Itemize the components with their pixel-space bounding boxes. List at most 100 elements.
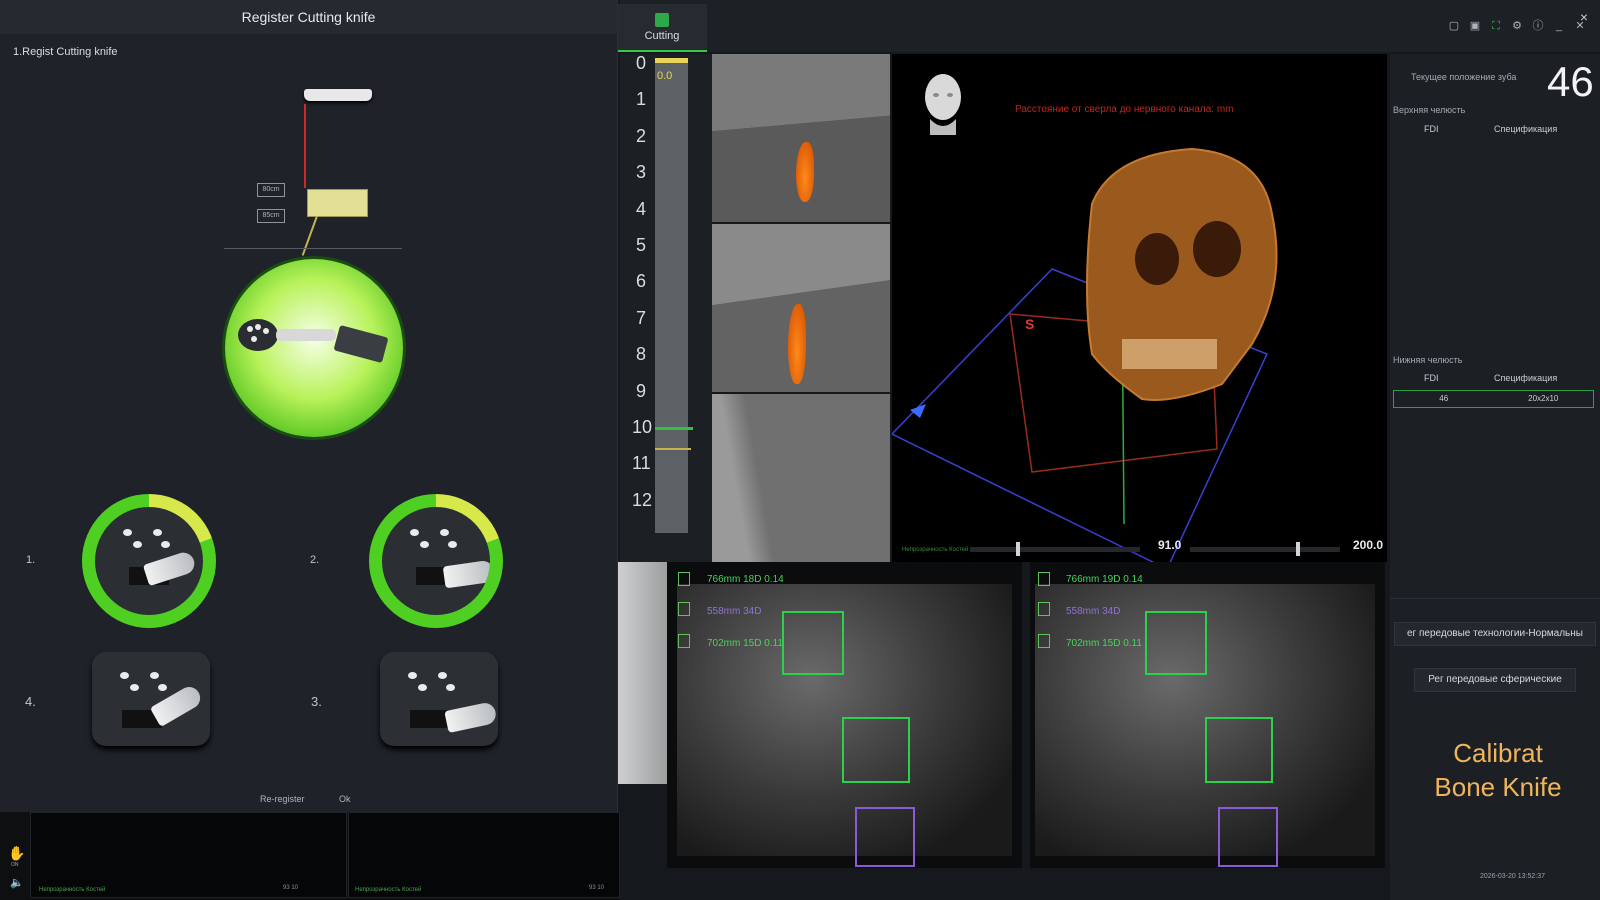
slice-view-2[interactable]: [712, 224, 890, 392]
preview-pane-1-label: Непрозрачность Костей: [39, 887, 106, 893]
position-plate-3: [380, 652, 498, 746]
depth-tick-label: 11: [632, 453, 651, 474]
camera-feed-left[interactable]: 766mm 18D 0.14 558mm 34D 702mm 15D 0.11: [667, 562, 1022, 868]
threshold-slider-handle[interactable]: [1296, 542, 1300, 556]
upper-fdi-header: FDI: [1424, 124, 1439, 134]
step-label: 1.Regist Cutting knife: [13, 46, 118, 58]
hand-status: ON: [11, 862, 19, 868]
tracking-camera-icon: [304, 89, 372, 101]
orientation-marker: S: [1025, 316, 1035, 332]
speaker-icon[interactable]: 🔈: [10, 876, 24, 889]
advanced-normal-button[interactable]: ег передовые технологии-Нормальны: [1394, 622, 1596, 646]
position-number-4: 4.: [25, 694, 36, 709]
position-ring-1: [82, 494, 216, 628]
save-icon[interactable]: ▢: [1448, 20, 1460, 32]
upper-jaw-heading: Верхняя челюсть: [1393, 105, 1466, 115]
eye-socket-left: [1135, 233, 1179, 285]
tracker-readout-2: 558mm 34D: [707, 606, 762, 617]
depth-tick-label: 1: [635, 89, 646, 110]
depth-tick-label: 9: [635, 380, 646, 401]
target-zone: [307, 189, 368, 217]
tracker-readout-3: 702mm 15D 0.11: [1066, 638, 1142, 649]
opacity-slider-track[interactable]: [970, 547, 1140, 552]
preview-pane-1[interactable]: Непрозрачность Костей 93 10: [30, 812, 347, 898]
cutting-icon: [655, 12, 669, 27]
depth-tick-label: 7: [635, 307, 646, 328]
teeth-model: [1122, 339, 1217, 369]
tracker-readout-1: 766mm 19D 0.14: [1066, 574, 1143, 585]
knife-tracker-icon: [238, 319, 388, 363]
drill-path-marker: [788, 304, 806, 384]
position-image-2: [382, 507, 490, 615]
marker-icon: [1038, 634, 1050, 648]
fullscreen-icon[interactable]: ⛶: [1490, 20, 1502, 32]
distance-label-bottom: 85cm: [257, 209, 285, 223]
implant-row[interactable]: 46 20x2x10: [1393, 390, 1594, 408]
position-plate-4: [92, 652, 210, 746]
reregister-button[interactable]: Re-register: [260, 794, 305, 804]
calibration-title: Calibrat Bone Knife: [1400, 736, 1596, 804]
depth-ruler-bar: [655, 58, 688, 533]
implant-spec: 20x2x10: [1528, 394, 1559, 403]
depth-limit-marker: [655, 448, 691, 450]
minimize-icon[interactable]: _: [1553, 20, 1565, 32]
tab-cutting[interactable]: Cutting: [617, 4, 707, 52]
opacity-slider-value: 91.0: [1158, 538, 1182, 552]
current-tooth-number: 46: [1547, 58, 1594, 105]
distance-line: [304, 104, 306, 188]
depth-value: 0.0: [657, 70, 673, 82]
position-number-1: 1.: [26, 554, 36, 566]
depth-tick-label: 8: [635, 344, 646, 365]
preview-pane-2-value: 93 10: [589, 885, 605, 891]
hand-icon[interactable]: ✋: [8, 845, 26, 861]
marker-icon: [678, 634, 690, 648]
screenshot-icon[interactable]: ▣: [1469, 20, 1481, 32]
slice-view-1[interactable]: [712, 54, 890, 222]
ok-button[interactable]: Ok: [339, 794, 351, 804]
tracker-box-knife: [855, 807, 915, 867]
opacity-slider-label: Непрозрачность Костей: [902, 547, 969, 553]
depth-tick-label: 10: [632, 417, 653, 437]
orientation-arrow: [910, 404, 926, 418]
tracker-box-knife: [1218, 807, 1278, 867]
depth-tick-label: 5: [635, 235, 646, 255]
tracker-readout-1: 766mm 18D 0.14: [707, 574, 784, 585]
depth-tick-label: 4: [635, 198, 646, 219]
close-icon[interactable]: ×: [1580, 9, 1588, 25]
camera-feed-right[interactable]: 766mm 19D 0.14 558mm 34D 702mm 15D 0.11: [1030, 562, 1385, 868]
tracker-readout-2: 558mm 34D: [1066, 606, 1121, 617]
depth-tick-label: 2: [635, 125, 646, 146]
preview-pane-1-value: 93 10: [283, 885, 299, 891]
window-controls: ▢ ▣ ⛶ ⚙ ⓘ _ ✕: [1448, 20, 1586, 32]
lower-fdi-header: FDI: [1424, 373, 1439, 383]
tracker-box: [782, 611, 844, 675]
info-icon[interactable]: ⓘ: [1532, 20, 1544, 32]
settings-icon[interactable]: ⚙: [1511, 20, 1523, 32]
drill-path-marker: [796, 142, 814, 202]
tab-cutting-label: Cutting: [644, 29, 680, 42]
position-number-3: 3.: [311, 694, 322, 709]
threshold-slider-track[interactable]: [1190, 547, 1340, 552]
position-image-1: [95, 507, 203, 615]
dialog-title: Register Cutting knife: [0, 0, 617, 34]
depth-tick-label: 12: [632, 489, 653, 510]
upper-spec-header: Спецификация: [1494, 124, 1558, 134]
tool-icon: [678, 572, 690, 586]
lower-jaw-heading: Нижняя челюсть: [1393, 355, 1463, 365]
horizon-line: [224, 248, 402, 249]
tracker-readout-3: 702mm 15D 0.11: [707, 638, 783, 649]
tool-icon: [1038, 572, 1050, 586]
opacity-slider-handle[interactable]: [1016, 542, 1020, 556]
distance-label-top: 80cm: [257, 183, 285, 197]
eye-socket-right: [1193, 221, 1241, 277]
calibration-title-line2: Bone Knife: [1434, 772, 1562, 802]
preview-pane-2-label: Непрозрачность Костей: [355, 887, 422, 893]
position-ring-2: [369, 494, 503, 628]
preview-pane-2[interactable]: Непрозрачность Костей 93 10: [348, 812, 620, 898]
advanced-spherical-button[interactable]: Рег передовые сферические: [1414, 668, 1576, 692]
side-preview-strip: [617, 562, 667, 784]
implant-fdi: 46: [1439, 394, 1449, 403]
tracker-box: [842, 717, 910, 783]
head-orientation-icon[interactable]: [918, 71, 968, 135]
slice-view-3[interactable]: [712, 394, 890, 562]
